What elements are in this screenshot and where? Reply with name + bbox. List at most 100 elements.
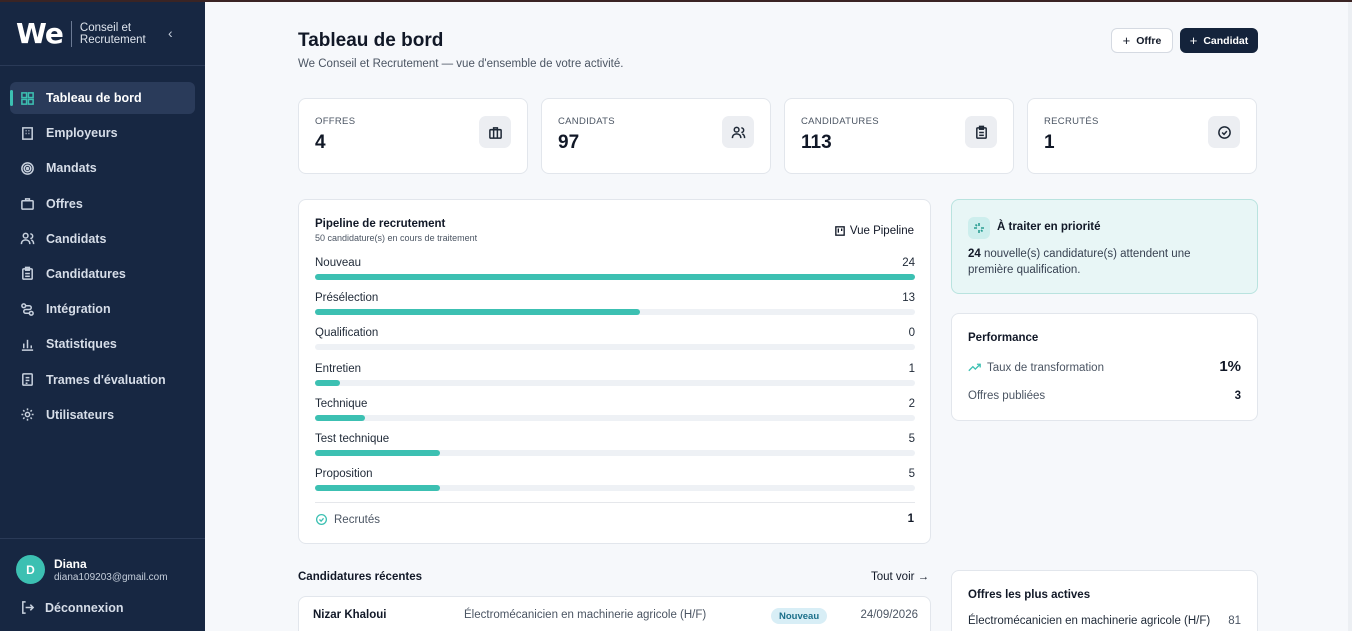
user-profile[interactable]: D Diana diana109203@gmail.com [16, 555, 168, 584]
add-offre-button[interactable]: + Offre [1111, 28, 1173, 53]
stat-card-candidats[interactable]: CANDIDATS 97 [541, 98, 771, 174]
pipeline-subtitle: 50 candidature(s) en cours de traitement [315, 233, 478, 243]
recent-title: Candidatures récentes [298, 571, 422, 583]
sidebar-item-tableau-de-bord[interactable]: Tableau de bord [10, 82, 195, 114]
stage-bar-fill [315, 379, 340, 386]
sidebar-item-employeurs[interactable]: Employeurs [10, 117, 195, 149]
stage-bar-track [315, 414, 915, 421]
stage-bar-track [315, 379, 915, 386]
bar-chart-icon [20, 337, 35, 352]
target-icon [20, 161, 35, 176]
vue-pipeline-link[interactable]: Vue Pipeline [835, 225, 914, 237]
performance-label: Offres publiées [968, 390, 1046, 402]
stage-name: Proposition [315, 468, 373, 481]
stage-name: Test technique [315, 433, 390, 445]
page-title: Tableau de bord [298, 30, 444, 51]
stage-bar-fill [315, 309, 640, 316]
pipeline-stage[interactable]: Entretien 1 [315, 363, 915, 393]
plus-icon: + [1122, 33, 1131, 48]
stage-name: Entretien [315, 362, 362, 375]
performance-value: 1% [1219, 358, 1241, 375]
sidebar-item-integration[interactable]: Intégration [10, 293, 195, 325]
pipeline-divider [315, 502, 915, 503]
sidebar-item-utilisateurs[interactable]: Utilisateurs [10, 399, 195, 431]
offer-title[interactable]: Électromécanicien en machinerie agricole… [968, 615, 1210, 627]
add-candidat-label: Candidat [1203, 34, 1249, 47]
sidebar-item-label: Statistiques [46, 337, 117, 352]
sidebar-item-statistiques[interactable]: Statistiques [10, 328, 195, 360]
sidebar-item-label: Offres [46, 196, 83, 211]
active-offers-card: Offres les plus actives Électromécanicie… [951, 570, 1258, 631]
stat-label: OFFRES [315, 116, 356, 127]
check-circle-icon [1208, 116, 1240, 148]
performance-row: Taux de transformation [968, 361, 1104, 374]
briefcase-icon [20, 196, 35, 211]
stat-value: 113 [801, 132, 832, 153]
sidebar-item-label: Intégration [46, 302, 111, 317]
stage-bar-track [315, 274, 915, 280]
stage-count: 5 [908, 433, 915, 445]
user-name: Diana [54, 556, 87, 571]
route-icon [20, 302, 35, 317]
stat-card-recrutes[interactable]: RECRUTÉS 1 [1027, 98, 1257, 174]
checklist-icon [20, 372, 35, 387]
sidebar-item-label: Mandats [46, 161, 97, 176]
users-icon [722, 116, 754, 148]
stage-bar-track [315, 309, 915, 316]
logout-button[interactable]: Déconnexion [20, 600, 124, 615]
performance-label: Taux de transformation [987, 361, 1104, 374]
job-title: Électromécanicien en machinerie agricole… [464, 609, 707, 621]
recrutes-label: Recrutés [334, 513, 381, 526]
sidebar-divider [0, 65, 205, 66]
clipboard-icon [20, 266, 35, 281]
priority-message: nouvelle(s) candidature(s) attendent une… [968, 248, 1191, 276]
pipeline-card: Pipeline de recrutement 50 candidature(s… [298, 199, 931, 544]
pipeline-stage[interactable]: Qualification 0 [315, 327, 915, 357]
check-circle-icon [315, 513, 328, 526]
sidebar-item-label: Trames d'évaluation [46, 372, 166, 387]
pipeline-stage[interactable]: Technique 2 [315, 398, 915, 428]
pipeline-stage[interactable]: Présélection 13 [315, 292, 915, 322]
brand[interactable]: We Conseil et Recrutement [16, 18, 152, 50]
sidebar-item-trames[interactable]: Trames d'évaluation [10, 364, 195, 396]
pipeline-stage[interactable]: Test technique 5 [315, 433, 915, 463]
stat-label: CANDIDATS [558, 116, 615, 127]
stage-count: 13 [902, 292, 915, 305]
sidebar-item-label: Candidatures [46, 266, 126, 281]
stat-label: RECRUTÉS [1044, 116, 1099, 127]
user-email: diana109203@gmail.com [54, 571, 168, 583]
stage-name: Technique [315, 397, 368, 410]
pipeline-stage[interactable]: Nouveau 24 [315, 257, 915, 287]
stat-card-offres[interactable]: OFFRES 4 [298, 98, 528, 174]
stage-count: 24 [902, 257, 915, 269]
brand-name: Conseil et Recrutement [79, 22, 146, 46]
recrutes-row: Recrutés [315, 513, 380, 526]
candidate-name: Nizar Khaloui [313, 609, 387, 621]
stage-bar-track [315, 344, 915, 351]
tout-voir-link[interactable]: Tout voir → [871, 571, 929, 583]
sparkle-icon [968, 217, 990, 239]
logout-label: Déconnexion [45, 600, 124, 615]
sidebar: We Conseil et Recrutement ‹ Tableau de b… [0, 0, 205, 631]
stat-label: CANDIDATURES [801, 116, 879, 127]
stat-value: 97 [558, 132, 580, 153]
stage-name: Présélection [315, 292, 379, 305]
sidebar-item-label: Tableau de bord [46, 91, 142, 105]
sidebar-item-candidats[interactable]: Candidats [10, 223, 195, 255]
sidebar-item-candidatures[interactable]: Candidatures [10, 258, 195, 290]
collapse-sidebar-icon[interactable]: ‹ [168, 25, 173, 41]
sidebar-nav: Tableau de bord Employeurs Mandats Offre… [10, 82, 195, 434]
add-offre-label: Offre [1136, 34, 1162, 47]
sidebar-item-offres[interactable]: Offres [10, 188, 195, 220]
stage-bar-track [315, 485, 915, 492]
table-row[interactable]: Nizar Khaloui Électromécanicien en machi… [298, 596, 931, 631]
stat-card-candidatures[interactable]: CANDIDATURES 113 [784, 98, 1014, 174]
priority-card[interactable]: À traiter en priorité 24 nouvelle(s) can… [951, 199, 1258, 294]
add-candidat-button[interactable]: + Candidat [1180, 28, 1258, 53]
sidebar-item-label: Employeurs [46, 126, 118, 141]
scrollbar[interactable] [1348, 0, 1352, 631]
stage-bar-fill [315, 414, 365, 421]
briefcase-icon [479, 116, 511, 148]
pipeline-stage[interactable]: Proposition 5 [315, 468, 915, 498]
sidebar-item-mandats[interactable]: Mandats [10, 152, 195, 184]
